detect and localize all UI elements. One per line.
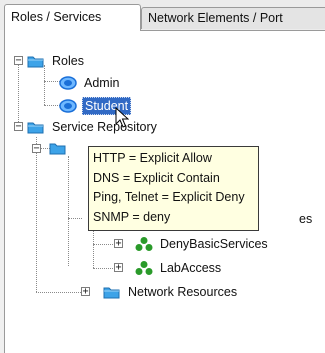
tree-node-service-repository[interactable]: Service Repository xyxy=(27,117,159,137)
tree-node-label: LabAccess xyxy=(160,261,222,275)
roles-collapse-toggle[interactable]: − xyxy=(14,56,23,66)
network-resources-expand-toggle[interactable]: + xyxy=(81,287,90,297)
folder-icon xyxy=(27,56,44,68)
folder-icon xyxy=(103,287,120,299)
hidden-row-label-fragment: es xyxy=(299,212,313,226)
tree-connector xyxy=(93,228,94,268)
tooltip-line: SNMP = deny xyxy=(93,209,171,224)
tree-node-label: Admin xyxy=(84,76,120,90)
tree-connector xyxy=(36,137,37,292)
tree-node-label: DenyBasicServices xyxy=(160,237,268,251)
tree-node-roles[interactable]: Roles xyxy=(27,51,86,71)
service-repository-collapse-toggle[interactable]: − xyxy=(14,122,23,132)
folder-icon xyxy=(49,143,66,155)
tree-node-label: Network Resources xyxy=(128,285,238,299)
lab-access-expand-toggle[interactable]: + xyxy=(114,263,123,273)
tree-connector xyxy=(44,65,45,105)
hidden-node-collapse-toggle[interactable]: − xyxy=(32,144,41,154)
tree-node-network-resources[interactable]: Network Resources xyxy=(103,282,239,302)
service-group-icon xyxy=(135,261,153,275)
tooltip-line: HTTP = Explicit Allow xyxy=(93,151,212,165)
tree-connector xyxy=(68,218,82,219)
tree-node-label: Service Repository xyxy=(52,120,157,134)
folder-icon xyxy=(27,122,44,134)
role-icon xyxy=(59,99,77,113)
tree-connector xyxy=(18,65,19,126)
service-group-icon xyxy=(135,237,153,251)
role-icon xyxy=(59,76,77,90)
tree-node-deny-basic-services[interactable]: DenyBasicServices xyxy=(135,234,270,254)
tree-node-admin[interactable]: Admin xyxy=(59,73,121,93)
tab-network-elements-ports[interactable]: Network Elements / Port xyxy=(141,7,325,29)
tooltip-line: Ping, Telnet = Explicit Deny xyxy=(93,190,245,204)
mouse-pointer-icon xyxy=(115,107,129,128)
tree-connector xyxy=(36,292,81,293)
deny-basic-services-expand-toggle[interactable]: + xyxy=(114,239,123,249)
tab-bar: Roles / Services Network Elements / Port xyxy=(0,0,325,31)
tab-roles-services[interactable]: Roles / Services xyxy=(4,4,141,31)
tree-node-label: Roles xyxy=(52,54,84,68)
tooltip-line: DNS = Explicit Contain xyxy=(93,170,220,185)
tree-connector xyxy=(68,156,69,266)
tree-node-lab-access[interactable]: LabAccess xyxy=(135,258,223,278)
role-policy-tooltip: HTTP = Explicit Allow DNS = Explicit Con… xyxy=(88,146,259,231)
